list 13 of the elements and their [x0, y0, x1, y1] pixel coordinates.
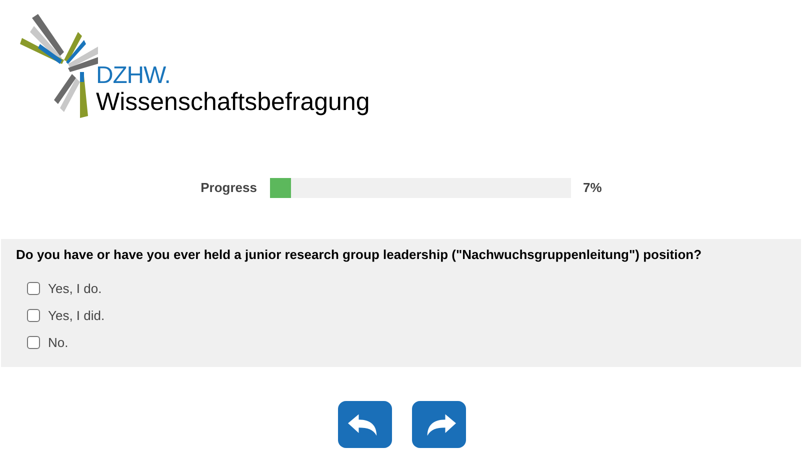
logo-brand: DZHW. — [96, 64, 172, 88]
progress-label: Progress — [200, 179, 257, 198]
progress-percent: 7% — [583, 179, 602, 198]
question-text: Do you have or have you ever held a junior research group leadership ("Nachwuchsgruppenleitung") position? — [16, 246, 703, 264]
back-button[interactable] — [338, 401, 392, 448]
option-label: No. — [48, 334, 68, 352]
option-label: Yes, I did. — [48, 306, 105, 325]
option-label: Yes, I do. — [48, 280, 102, 298]
checkbox[interactable] — [27, 282, 40, 295]
checkbox[interactable] — [27, 336, 40, 349]
logo-title: Wissenschaftsbefragung — [96, 88, 370, 116]
checkbox[interactable] — [27, 309, 40, 322]
forward-button[interactable] — [412, 401, 466, 448]
